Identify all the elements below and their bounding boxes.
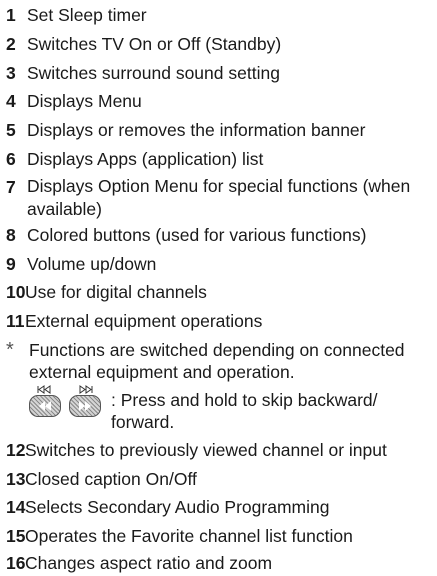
list-item: 3 Switches surround sound setting [6,60,280,86]
item-number: 12 [6,440,26,460]
item-number: 9 [6,254,16,274]
list-item: 14 Selects Secondary Audio Programming [6,494,329,520]
item-number: 10 [6,282,26,302]
item-number: 8 [6,225,16,245]
item-text: Closed caption On/Off [25,469,197,489]
list-item: 2 Switches TV On or Off (Standby) [6,31,281,57]
list-item: 9 Volume up/down [6,251,156,277]
item-number: 7 [6,177,16,197]
list-item: 7 Displays Option Menu for special funct… [6,174,434,221]
item-text: Colored buttons (used for various functi… [27,225,367,245]
list-item: 4 Displays Menu [6,88,142,114]
item-text: Switches TV On or Off (Standby) [27,34,282,54]
list-item: 11 External equipment operations [6,308,262,334]
item-number: 15 [6,526,26,546]
item-text: Displays Option Menu for special functio… [27,176,411,219]
item-number: 14 [6,497,26,517]
list-item: 6 Displays Apps (application) list [6,146,263,172]
item-number: 2 [6,34,16,54]
list-item-note: * Functions are switched depending on co… [6,337,434,383]
skip-forward-icon [69,385,101,417]
skip-note-text: : Press and hold to skip backward/ forwa… [111,390,378,432]
item-text: Changes aspect ratio and zoom [25,553,273,573]
item-number: 4 [6,91,16,111]
item-text: Switches to previously viewed channel or… [25,440,387,460]
item-number: 16 [6,553,26,573]
asterisk-icon: * [6,339,14,361]
item-text: Use for digital channels [25,282,207,302]
list-item: 10 Use for digital channels [6,279,207,305]
item-text: Set Sleep timer [27,5,147,25]
list-item: 13 Closed caption On/Off [6,466,197,492]
skip-buttons-note: : Press and hold to skip backward/ forwa… [29,385,429,437]
list-item: 1 Set Sleep timer [6,2,147,28]
item-number: 6 [6,149,16,169]
list-item: 5 Displays or removes the information ba… [6,117,366,143]
list-item: 15 Operates the Favorite channel list fu… [6,523,353,549]
skip-backward-icon [29,385,61,417]
item-text: Displays or removes the information bann… [27,120,366,140]
list-item: 12 Switches to previously viewed channel… [6,437,387,463]
item-text: Switches surround sound setting [27,63,280,83]
item-number: 13 [6,469,26,489]
list-item: 16 Changes aspect ratio and zoom [6,550,272,576]
item-text: Displays Menu [27,91,142,111]
item-number: 5 [6,120,16,140]
item-text: Volume up/down [27,254,157,274]
list-item: 8 Colored buttons (used for various func… [6,222,366,248]
item-text: Operates the Favorite channel list funct… [25,526,353,546]
item-text: External equipment operations [25,311,263,331]
item-text: Functions are switched depending on conn… [29,340,405,382]
item-number: 11 [6,311,25,331]
item-number: 1 [6,5,16,25]
item-text: Selects Secondary Audio Programming [25,497,330,517]
item-number: 3 [6,63,16,83]
item-text: Displays Apps (application) list [27,149,264,169]
